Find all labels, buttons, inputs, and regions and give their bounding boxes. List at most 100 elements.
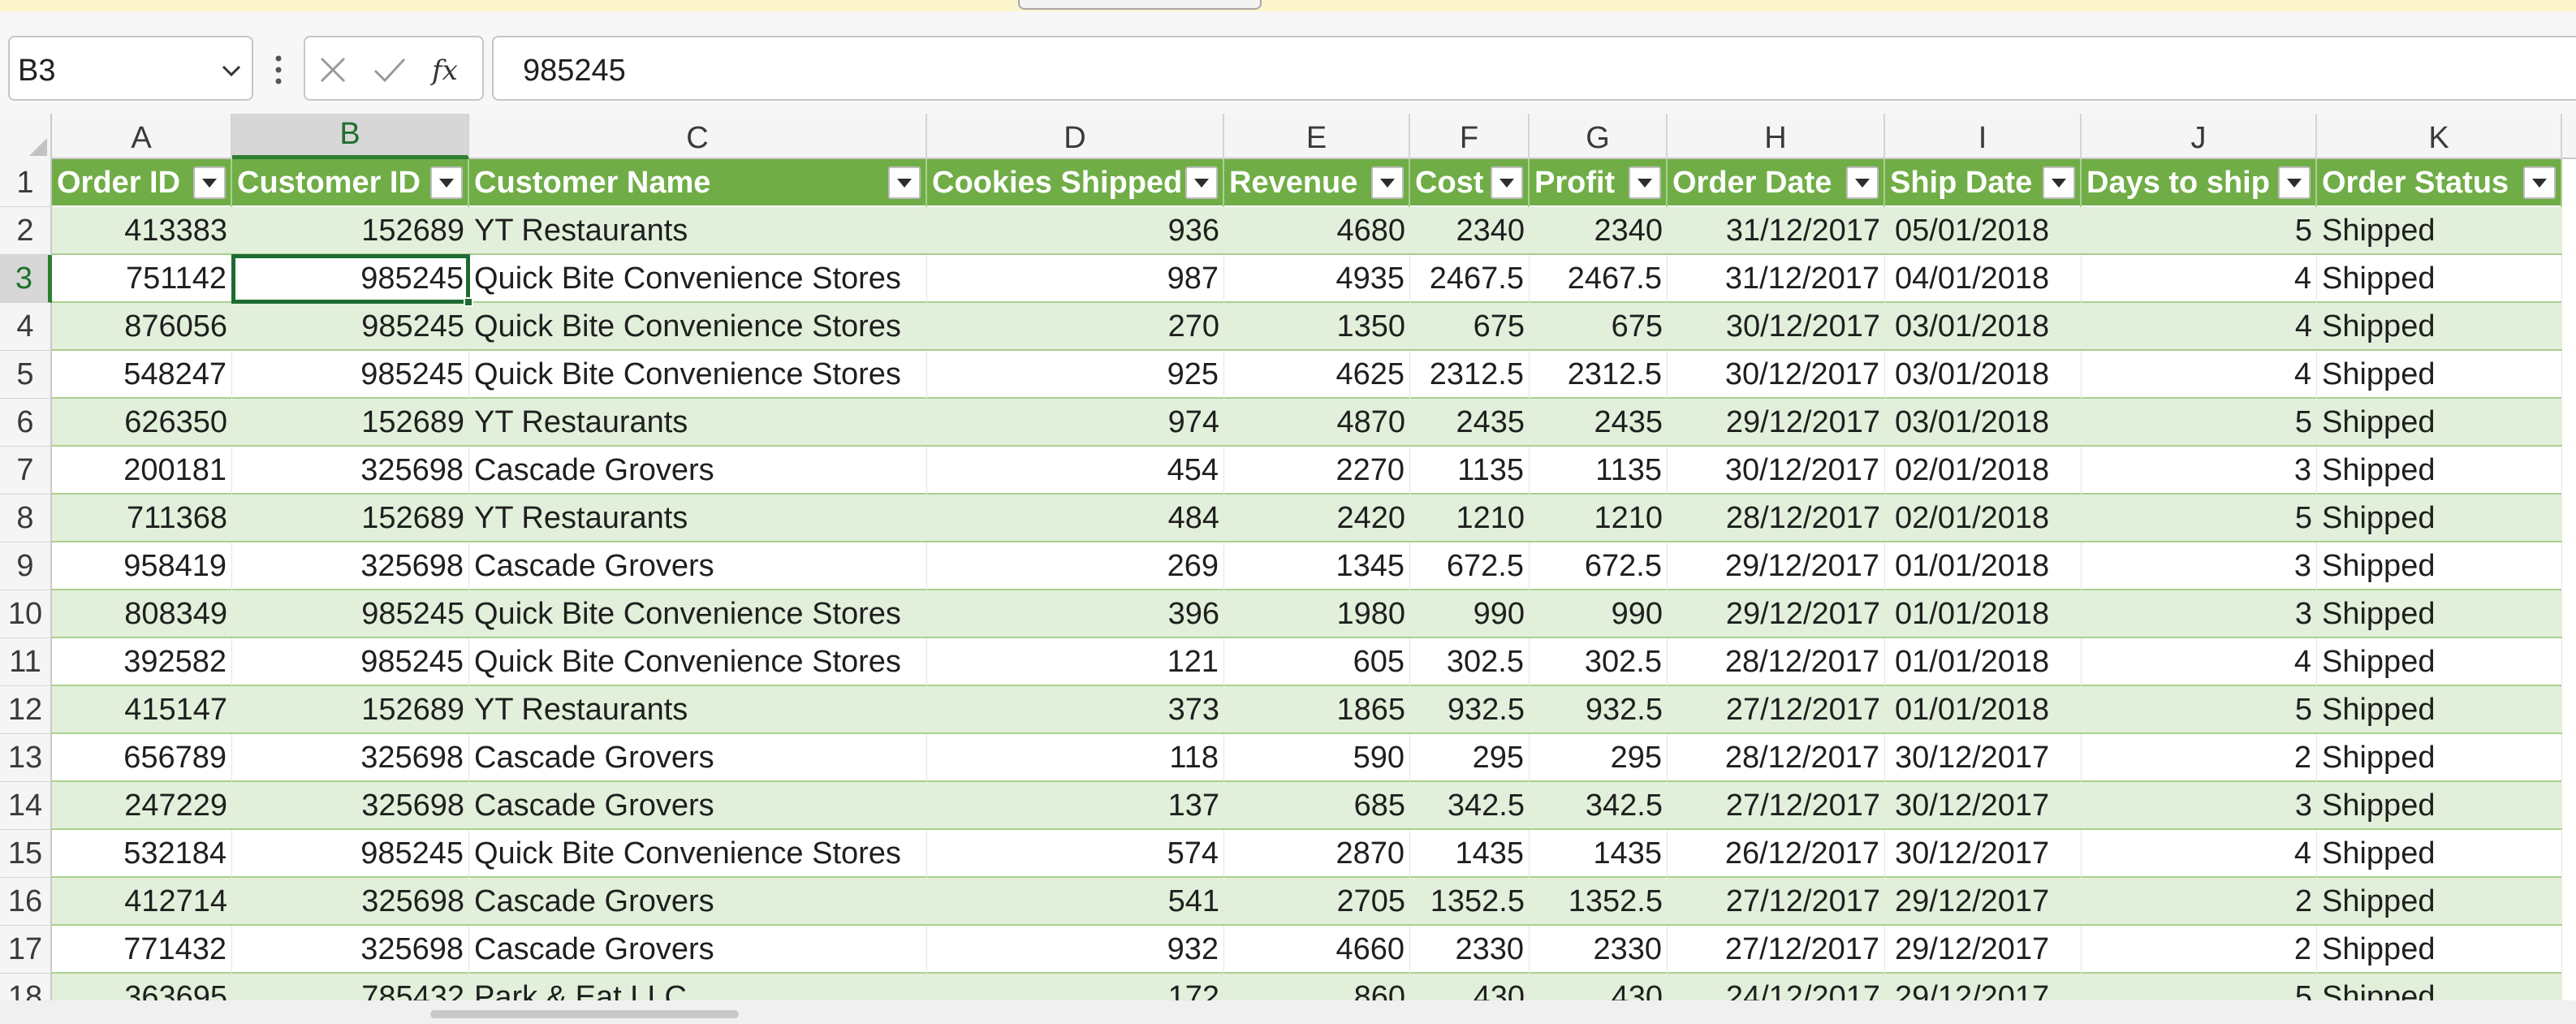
- cell-i2[interactable]: 05/01/2018: [1885, 207, 2082, 255]
- cell-d8[interactable]: 484: [927, 495, 1224, 542]
- cell-j6[interactable]: 5: [2082, 399, 2317, 447]
- cell-h8[interactable]: 28/12/2017: [1668, 495, 1885, 542]
- cell-g13[interactable]: 295: [1530, 734, 1668, 782]
- cell-j3[interactable]: 4: [2082, 255, 2317, 303]
- column-header-g[interactable]: G: [1530, 114, 1668, 159]
- cell-j11[interactable]: 4: [2082, 638, 2317, 686]
- row-header-10[interactable]: 10: [0, 590, 52, 638]
- cell-c13[interactable]: Cascade Grovers: [469, 734, 927, 782]
- row-header-5[interactable]: 5: [0, 351, 52, 399]
- cell-h17[interactable]: 27/12/2017: [1668, 926, 1885, 974]
- cell-b17[interactable]: 325698: [232, 926, 469, 974]
- cell-a13[interactable]: 656789: [52, 734, 232, 782]
- cell-f8[interactable]: 1210: [1410, 495, 1530, 542]
- row-header-3[interactable]: 3: [0, 255, 52, 303]
- cell-f7[interactable]: 1135: [1410, 447, 1530, 495]
- cell-j16[interactable]: 2: [2082, 878, 2317, 926]
- cell-k5[interactable]: Shipped: [2317, 351, 2562, 399]
- cell-f16[interactable]: 1352.5: [1410, 878, 1530, 926]
- cell-b11[interactable]: 985245: [232, 638, 469, 686]
- formula-value[interactable]: 985245: [523, 54, 626, 89]
- check-icon[interactable]: [369, 49, 411, 91]
- cell-c14[interactable]: Cascade Grovers: [469, 782, 927, 830]
- cell-a12[interactable]: 415147: [52, 686, 232, 734]
- insert-function-icon[interactable]: fx: [427, 49, 469, 91]
- cell-i5[interactable]: 03/01/2018: [1885, 351, 2082, 399]
- cell-k8[interactable]: Shipped: [2317, 495, 2562, 542]
- more-options-icon[interactable]: [270, 54, 287, 86]
- cell-b13[interactable]: 325698: [232, 734, 469, 782]
- cell-i16[interactable]: 29/12/2017: [1885, 878, 2082, 926]
- cell-d6[interactable]: 974: [927, 399, 1224, 447]
- cell-e10[interactable]: 1980: [1224, 590, 1410, 638]
- cell-c2[interactable]: YT Restaurants: [469, 207, 927, 255]
- filter-dropdown-button[interactable]: [2523, 166, 2556, 199]
- cell-e14[interactable]: 685: [1224, 782, 1410, 830]
- cell-f6[interactable]: 2435: [1410, 399, 1530, 447]
- cell-c5[interactable]: Quick Bite Convenience Stores: [469, 351, 927, 399]
- cell-c9[interactable]: Cascade Grovers: [469, 542, 927, 590]
- row-header-14[interactable]: 14: [0, 782, 52, 830]
- cell-g14[interactable]: 342.5: [1530, 782, 1668, 830]
- column-header-i[interactable]: I: [1885, 114, 2082, 159]
- cell-j5[interactable]: 4: [2082, 351, 2317, 399]
- cell-h13[interactable]: 28/12/2017: [1668, 734, 1885, 782]
- cell-h9[interactable]: 29/12/2017: [1668, 542, 1885, 590]
- cell-b6[interactable]: 152689: [232, 399, 469, 447]
- filter-dropdown-button[interactable]: [430, 166, 463, 199]
- cell-e3[interactable]: 4935: [1224, 255, 1410, 303]
- cell-i8[interactable]: 02/01/2018: [1885, 495, 2082, 542]
- cell-d16[interactable]: 541: [927, 878, 1224, 926]
- cell-b10[interactable]: 985245: [232, 590, 469, 638]
- cell-a14[interactable]: 247229: [52, 782, 232, 830]
- cell-g2[interactable]: 2340: [1530, 207, 1668, 255]
- cell-h4[interactable]: 30/12/2017: [1668, 303, 1885, 351]
- cell-c12[interactable]: YT Restaurants: [469, 686, 927, 734]
- cell-h15[interactable]: 26/12/2017: [1668, 830, 1885, 878]
- cell-i7[interactable]: 02/01/2018: [1885, 447, 2082, 495]
- cell-d4[interactable]: 270: [927, 303, 1224, 351]
- cell-f17[interactable]: 2330: [1410, 926, 1530, 974]
- cell-i13[interactable]: 30/12/2017: [1885, 734, 2082, 782]
- cell-d15[interactable]: 574: [927, 830, 1224, 878]
- row-header-16[interactable]: 16: [0, 878, 52, 926]
- filter-dropdown-button[interactable]: [1185, 166, 1218, 199]
- cell-c10[interactable]: Quick Bite Convenience Stores: [469, 590, 927, 638]
- cell-f10[interactable]: 990: [1410, 590, 1530, 638]
- filter-dropdown-button[interactable]: [2043, 166, 2075, 199]
- cell-g8[interactable]: 1210: [1530, 495, 1668, 542]
- column-header-c[interactable]: C: [469, 114, 927, 159]
- cell-k6[interactable]: Shipped: [2317, 399, 2562, 447]
- column-header-b[interactable]: B: [232, 114, 469, 159]
- row-header-1[interactable]: 1: [0, 159, 52, 207]
- cell-g4[interactable]: 675: [1530, 303, 1668, 351]
- cell-g5[interactable]: 2312.5: [1530, 351, 1668, 399]
- cell-k14[interactable]: Shipped: [2317, 782, 2562, 830]
- cell-f12[interactable]: 932.5: [1410, 686, 1530, 734]
- filter-dropdown-button[interactable]: [1629, 166, 1661, 199]
- cell-i15[interactable]: 30/12/2017: [1885, 830, 2082, 878]
- cell-d14[interactable]: 137: [927, 782, 1224, 830]
- fill-handle[interactable]: [464, 297, 473, 307]
- cell-h3[interactable]: 31/12/2017: [1668, 255, 1885, 303]
- cell-c17[interactable]: Cascade Grovers: [469, 926, 927, 974]
- cell-e5[interactable]: 4625: [1224, 351, 1410, 399]
- cell-i3[interactable]: 04/01/2018: [1885, 255, 2082, 303]
- cell-e17[interactable]: 4660: [1224, 926, 1410, 974]
- cell-g16[interactable]: 1352.5: [1530, 878, 1668, 926]
- cell-c7[interactable]: Cascade Grovers: [469, 447, 927, 495]
- cell-k15[interactable]: Shipped: [2317, 830, 2562, 878]
- cell-a5[interactable]: 548247: [52, 351, 232, 399]
- cell-b12[interactable]: 152689: [232, 686, 469, 734]
- cell-k4[interactable]: Shipped: [2317, 303, 2562, 351]
- cell-b2[interactable]: 152689: [232, 207, 469, 255]
- cell-f11[interactable]: 302.5: [1410, 638, 1530, 686]
- cell-j8[interactable]: 5: [2082, 495, 2317, 542]
- cell-j10[interactable]: 3: [2082, 590, 2317, 638]
- filter-dropdown-button[interactable]: [888, 166, 921, 199]
- cell-c15[interactable]: Quick Bite Convenience Stores: [469, 830, 927, 878]
- cell-g15[interactable]: 1435: [1530, 830, 1668, 878]
- cell-k7[interactable]: Shipped: [2317, 447, 2562, 495]
- cell-b4[interactable]: 985245: [232, 303, 469, 351]
- row-header-4[interactable]: 4: [0, 303, 52, 351]
